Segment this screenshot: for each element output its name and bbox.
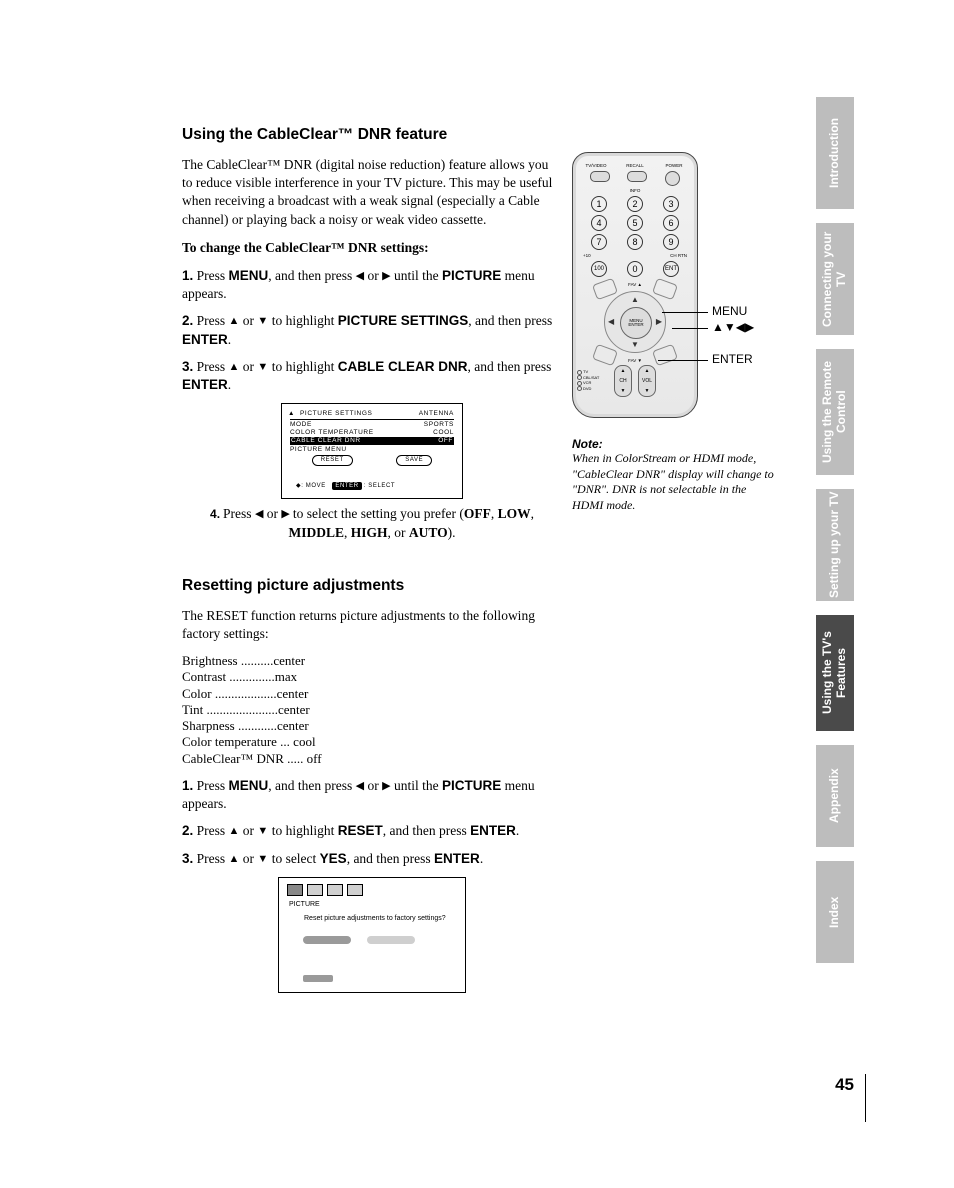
ch-rocker: ▲CH▼: [614, 365, 632, 397]
osd-tab-icon: [327, 884, 343, 896]
reset-list: Brightness ..........center Contrast ...…: [182, 653, 562, 767]
r-step-2: 2. Press ▲ or ▼ to highlight RESET, and …: [182, 822, 562, 840]
num-3: 3: [663, 196, 679, 212]
heading-reset: Resetting picture adjustments: [182, 576, 562, 597]
intro-para: The CableClear™ DNR (digital noise reduc…: [182, 156, 562, 229]
num-4: 4: [591, 215, 607, 231]
osd-footer: ◆: MOVE ENTER: SELECT: [296, 482, 395, 490]
step-2: 2. Press ▲ or ▼ to highlight PICTURE SET…: [182, 312, 562, 348]
num-8: 8: [627, 234, 643, 250]
num-9: 9: [663, 234, 679, 250]
reset-para: The RESET function returns picture adjus…: [182, 607, 562, 643]
heading-cableclear: Using the CableClear™ DNR feature: [182, 125, 562, 146]
num-ent: ENT: [663, 261, 679, 277]
left-triangle-icon: ◀: [356, 269, 364, 284]
osd-reset-button: RESET: [312, 455, 353, 466]
step-3: 3. Press ▲ or ▼ to highlight CABLE CLEAR…: [182, 358, 562, 394]
remote-illustration: TV/VIDEORECALLPOWER INFO 123 456 789 +10…: [572, 152, 772, 418]
page-rule: [865, 1074, 866, 1122]
r-step-1: 1. Press MENU, and then press ◀ or ▶ unt…: [182, 777, 562, 813]
r-step-3: 3. Press ▲ or ▼ to select YES, and then …: [182, 850, 562, 868]
mode-leds: TVCBL/SATVCRDVD: [577, 369, 599, 391]
osd-picture-settings: ▲ PICTURE SETTINGSANTENNA MODESPORTS COL…: [281, 403, 463, 499]
num-1: 1: [591, 196, 607, 212]
down-triangle-icon: ▼: [257, 360, 268, 375]
up-triangle-icon: ▲: [229, 314, 240, 329]
side-tab: Using the TV's Features: [816, 615, 854, 731]
side-tab: Index: [816, 861, 854, 963]
osd2-msg: Reset picture adjustments to factory set…: [304, 914, 455, 923]
num-0: 0: [627, 261, 643, 277]
osd-no-button: [367, 936, 415, 944]
num-7: 7: [591, 234, 607, 250]
power-button: [665, 171, 680, 186]
osd-reset: PICTURE Reset picture adjustments to fac…: [278, 877, 466, 993]
osd-tab-icon: [287, 884, 303, 896]
lead-in: To change the CableClear™ DNR settings:: [182, 239, 562, 257]
side-tab: Setting up your TV: [816, 489, 854, 601]
side-tab: Connecting your TV: [816, 223, 854, 335]
side-tab: Introduction: [816, 97, 854, 209]
osd2-title: PICTURE: [289, 900, 320, 909]
osd-ok: [303, 975, 333, 982]
side-tab: Appendix: [816, 745, 854, 847]
callout-menu: MENU: [712, 304, 747, 318]
osd-tab-icon: [347, 884, 363, 896]
num-100: 100: [591, 261, 607, 277]
main-column: Using the CableClear™ DNR feature The Ca…: [182, 125, 562, 999]
step4-arrows: 4. Press ◀ or ▶ to select the setting yo…: [182, 505, 562, 541]
right-triangle-icon: ▶: [382, 269, 390, 284]
osd-tab-icon: [307, 884, 323, 896]
num-5: 5: [627, 215, 643, 231]
side-tab: Using the Remote Control: [816, 349, 854, 475]
note-box: Note: When in ColorStream or HDMI mode, …: [572, 437, 777, 513]
callout-arrows: ▲▼◀▶: [712, 320, 754, 334]
num-2: 2: [627, 196, 643, 212]
page-number: 45: [835, 1075, 854, 1095]
callout-enter: ENTER: [712, 352, 753, 366]
info-label: INFO: [581, 188, 689, 193]
num-6: 6: [663, 215, 679, 231]
vol-rocker: ▲VOL▼: [638, 365, 656, 397]
osd-save-button: SAVE: [396, 455, 432, 466]
side-tabs: Introduction Connecting your TV Using the …: [816, 97, 854, 963]
tv-video-button: [590, 171, 610, 182]
down-triangle-icon: ▼: [257, 314, 268, 329]
step-1: 1. Press MENU, and then press ◀ or ▶ unt…: [182, 267, 562, 303]
dpad: FAV ▲ ▲ ▼ ◀ ▶ MENUENTER FAV ▼: [596, 283, 674, 361]
up-triangle-icon: ▲: [229, 360, 240, 375]
osd-yes-button: [303, 936, 351, 944]
recall-button: [627, 171, 647, 182]
menu-enter-button: MENUENTER: [620, 307, 652, 339]
